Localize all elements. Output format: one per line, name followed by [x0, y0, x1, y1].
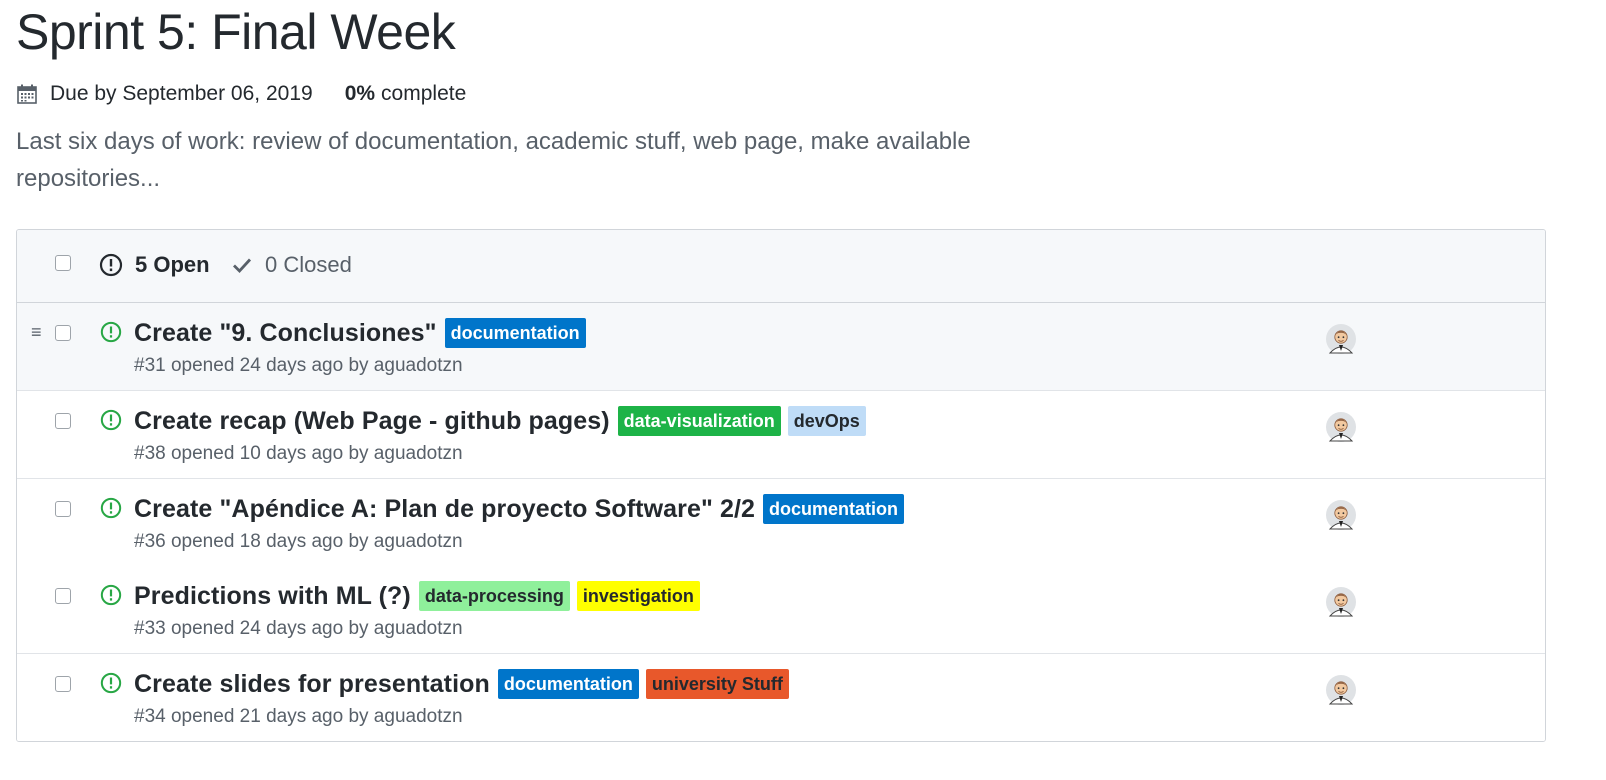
issue-meta: #31 opened 24 days ago by aguadotzn	[134, 355, 463, 376]
issue-row[interactable]: ≡ Create "9. Conclusiones" documentation #3…	[17, 303, 1545, 391]
issue-title-line: Create slides for presentation documentat…	[134, 669, 796, 699]
open-issues-tab[interactable]: 5 Open	[99, 252, 210, 278]
issue-opened-icon	[100, 409, 122, 431]
issue-label[interactable]: investigation	[576, 581, 700, 611]
issue-title-line: Create "Apéndice A: Plan de proyecto Sof…	[134, 494, 911, 524]
issue-meta: #38 opened 10 days ago by aguadotzn	[134, 443, 463, 464]
check-icon	[233, 258, 252, 274]
issue-row[interactable]: Predictions with ML (?) data-processing in…	[17, 566, 1545, 654]
issue-title-link[interactable]: Create slides for presentation	[134, 670, 490, 699]
issue-title-line: Create recap (Web Page - github pages) da…	[134, 406, 873, 436]
issue-row[interactable]: Create "Apéndice A: Plan de proyecto Sof…	[17, 479, 1545, 567]
issue-meta: #36 opened 18 days ago by aguadotzn	[134, 531, 463, 552]
issue-title-link[interactable]: Predictions with ML (?)	[134, 582, 411, 611]
due-date: Due by September 06, 2019	[50, 82, 313, 105]
issue-label[interactable]: data-visualization	[617, 406, 781, 436]
select-all-checkbox[interactable]	[55, 255, 71, 271]
issue-title-link[interactable]: Create "9. Conclusiones"	[134, 319, 437, 348]
issue-checkbox[interactable]	[55, 588, 71, 604]
assignee-avatar[interactable]	[1325, 499, 1357, 531]
issue-opened-icon	[99, 253, 123, 277]
issue-checkbox[interactable]	[55, 413, 71, 429]
issue-checkbox[interactable]	[55, 501, 71, 517]
issue-label[interactable]: documentation	[497, 669, 639, 699]
issue-meta: #33 opened 24 days ago by aguadotzn	[134, 618, 463, 639]
milestone-meta: Due by September 06, 2019 0% complete	[16, 79, 466, 109]
issue-row[interactable]: Create slides for presentation documentat…	[17, 654, 1545, 741]
closed-count: 0 Closed	[265, 252, 352, 277]
issue-title-line: Create "9. Conclusiones" documentation	[134, 318, 593, 348]
issue-meta: #34 opened 21 days ago by aguadotzn	[134, 706, 463, 727]
assignee-avatar[interactable]	[1325, 586, 1357, 618]
issue-title-link[interactable]: Create "Apéndice A: Plan de proyecto Sof…	[134, 495, 755, 524]
percent-complete: 0%	[344, 82, 376, 105]
closed-issues-tab[interactable]: 0 Closed	[231, 252, 352, 278]
issue-title-link[interactable]: Create recap (Web Page - github pages)	[134, 407, 610, 436]
issue-label[interactable]: documentation	[444, 318, 586, 348]
issue-checkbox[interactable]	[55, 325, 71, 341]
issue-opened-icon	[100, 321, 122, 343]
issue-label[interactable]: devOps	[787, 406, 866, 436]
issue-opened-icon	[100, 497, 122, 519]
milestone-description: Last six days of work: review of documen…	[16, 128, 971, 192]
assignee-avatar[interactable]	[1325, 323, 1357, 355]
issue-opened-icon	[100, 672, 122, 694]
issue-row[interactable]: Create recap (Web Page - github pages) da…	[17, 391, 1545, 479]
percent-complete-label: complete	[381, 82, 467, 105]
open-count: 5 Open	[135, 252, 210, 277]
issues-list-header: 5 Open 0 Closed	[17, 230, 1545, 303]
issue-opened-icon	[100, 584, 122, 606]
assignee-avatar[interactable]	[1325, 411, 1357, 443]
milestone-page: Sprint 5: Final Week Due by September 06…	[0, 0, 1606, 780]
issue-title-line: Predictions with ML (?) data-processing in…	[134, 581, 707, 611]
issue-checkbox[interactable]	[55, 676, 71, 692]
issue-label[interactable]: university Stuff	[645, 669, 789, 699]
milestone-title: Sprint 5: Final Week	[16, 4, 456, 60]
issue-label[interactable]: documentation	[763, 494, 905, 524]
calendar-icon	[17, 84, 37, 104]
issues-list: 5 Open 0 Closed ≡ Create "9. Conclusiones…	[16, 229, 1546, 742]
issue-label[interactable]: data-processing	[418, 581, 570, 611]
drag-handle-icon[interactable]: ≡	[31, 323, 42, 341]
assignee-avatar[interactable]	[1325, 674, 1357, 706]
